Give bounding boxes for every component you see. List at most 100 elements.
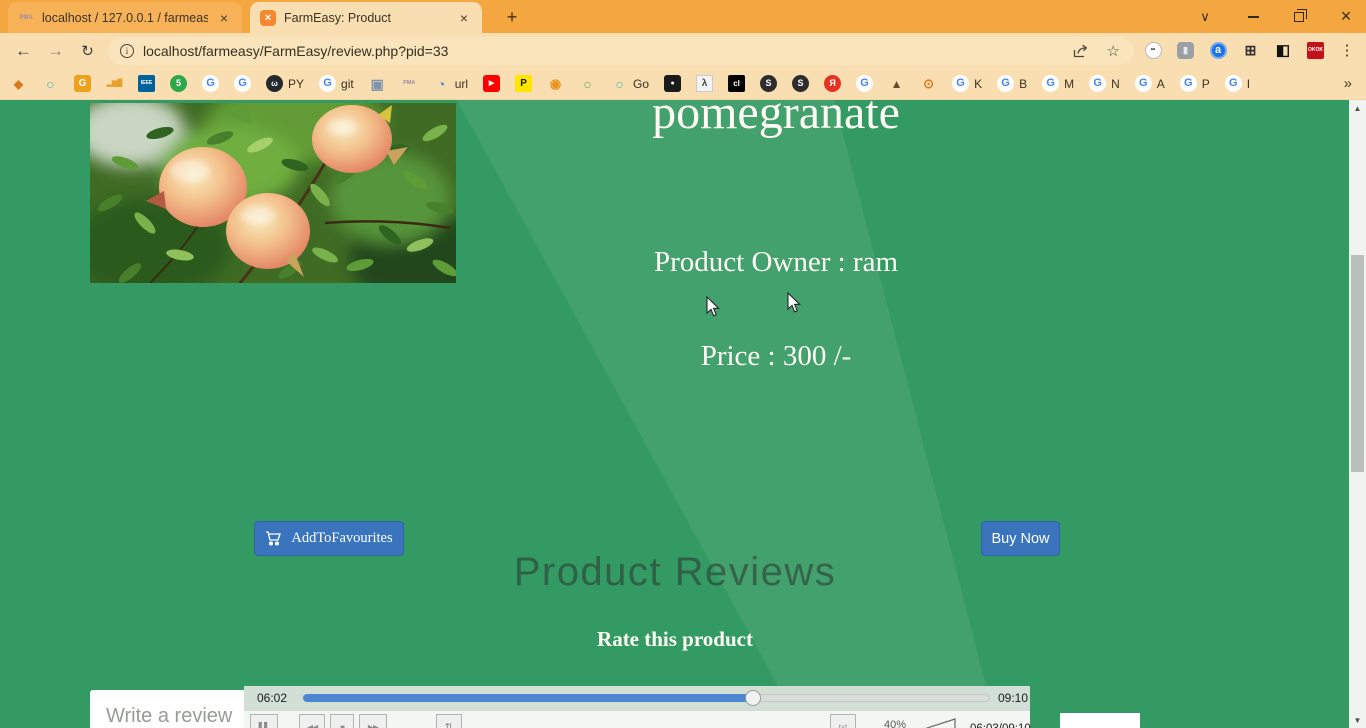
player-progress-track[interactable]	[303, 694, 990, 702]
bookmark-google-n[interactable]: G N	[1089, 75, 1120, 92]
product-owner-text: Product Owner : ram	[456, 246, 1096, 279]
back-button[interactable]: ←	[10, 37, 37, 64]
bookmark-diamond[interactable]: ◆	[10, 75, 27, 92]
reload-button[interactable]: ↻	[74, 37, 101, 64]
bookmark-godaddy-icon: ○	[42, 75, 59, 92]
url-text[interactable]: localhost/farmeasy/FarmEasy/review.php?p…	[143, 43, 1072, 59]
volume-wedge-icon[interactable]	[920, 717, 958, 728]
player-clock-label: 06:03/09:10	[970, 723, 1031, 728]
extension-ok-badge[interactable]: OKOK	[1306, 40, 1326, 60]
bookmark-diamond-icon: ◆	[10, 75, 27, 92]
minimize-button[interactable]	[1238, 0, 1268, 33]
player-progress-fill	[303, 694, 753, 702]
bookmark-orange-g[interactable]: G	[74, 75, 91, 92]
mouse-cursor-2	[787, 292, 802, 314]
bookmark-github[interactable]: ω PY	[266, 75, 304, 92]
bookmark-youtube-icon: ▶	[483, 75, 500, 92]
bookmark-google-2[interactable]: G	[234, 75, 251, 92]
tab-close-icon[interactable]: ×	[216, 10, 232, 26]
pan-button[interactable]: ⇅	[436, 714, 462, 728]
extension-dark-reader[interactable]: ◧	[1273, 40, 1293, 60]
bookmark-duck[interactable]: ●	[664, 75, 681, 92]
extension-reader-a[interactable]: a	[1208, 40, 1228, 60]
bookmark-google-1[interactable]: G	[202, 75, 219, 92]
bookmark-cl-icon: cl	[728, 75, 745, 92]
bookmark-five[interactable]: 5	[170, 75, 187, 92]
bookmark-godaddy-go[interactable]: ○ Go	[611, 75, 649, 92]
bookmark-google-git-icon: G	[319, 75, 336, 92]
bookmark-eye[interactable]: ⊙	[920, 75, 937, 92]
site-info-icon[interactable]: i	[120, 44, 134, 58]
xampp-favicon-icon: ×	[260, 10, 276, 26]
bookmark-yandex[interactable]: Я	[824, 75, 841, 92]
bookmark-google-git[interactable]: G git	[319, 75, 354, 92]
bookmark-google-k-icon: G	[952, 75, 969, 92]
extension-screenshot[interactable]: ▮	[1176, 40, 1196, 60]
tab-title: localhost / 127.0.0.1 / farmeasy /	[42, 11, 208, 25]
window-close-button[interactable]: ×	[1330, 0, 1362, 33]
bookmark-google-3[interactable]: G	[856, 75, 873, 92]
bookmark-analytics[interactable]: ▂▆█	[106, 75, 123, 92]
share-icon[interactable]	[1072, 44, 1089, 59]
bookmark-google-1-icon: G	[202, 75, 219, 92]
maximize-button[interactable]	[1284, 0, 1314, 33]
bookmark-google-p-icon: G	[1180, 75, 1197, 92]
new-tab-button[interactable]: +	[500, 5, 524, 29]
bookmark-matlab[interactable]: ▲	[888, 75, 905, 92]
bookmark-youtube[interactable]: ▶	[483, 75, 500, 92]
page-scrollbar[interactable]: ▲ ▼	[1349, 100, 1366, 728]
bookmarks-overflow-chevron[interactable]: »	[1340, 75, 1356, 92]
scrollbar-thumb[interactable]	[1351, 255, 1364, 472]
previous-button[interactable]: ◀◀	[299, 714, 325, 728]
tab-phpmyadmin[interactable]: PMA localhost / 127.0.0.1 / farmeasy / ×	[8, 2, 242, 33]
add-to-favourites-button[interactable]: AddToFavourites	[254, 521, 404, 556]
bookmark-godaddy[interactable]: ○	[42, 75, 59, 92]
scrollbar-up-icon[interactable]: ▲	[1349, 100, 1366, 116]
player-progress-row: 06:02 09:10	[244, 686, 1030, 710]
bookmark-google-b[interactable]: G B	[997, 75, 1027, 92]
bookmark-globe-2[interactable]: S	[792, 75, 809, 92]
extension-puzzle[interactable]: ⊞	[1241, 40, 1261, 60]
buy-now-button[interactable]: Buy Now	[981, 521, 1060, 556]
bookmark-google-k[interactable]: G K	[952, 75, 982, 92]
bookmark-url-icon: ◔	[433, 75, 450, 92]
bookmark-camera[interactable]: ◉	[547, 75, 564, 92]
bookmark-google-p[interactable]: G P	[1180, 75, 1210, 92]
extension-panda-icon: ••	[1145, 42, 1162, 59]
tab-farmeasy-product[interactable]: × FarmEasy: Product ×	[250, 2, 482, 33]
text-button[interactable]: txt	[830, 714, 856, 728]
bookmark-person-icon: λ	[696, 75, 713, 92]
bookmark-tv[interactable]: ▣	[369, 75, 386, 92]
bookmark-star-icon[interactable]: ☆	[1107, 42, 1120, 60]
bookmark-ieee[interactable]: IEEE	[138, 75, 155, 92]
bookmark-ring[interactable]: ○	[579, 75, 596, 92]
bookmark-google-i[interactable]: G I	[1225, 75, 1250, 92]
bookmark-globe-1[interactable]: S	[760, 75, 777, 92]
tab-search-chevron-icon[interactable]: ∨	[1190, 0, 1220, 33]
recorder-input-box[interactable]	[1060, 713, 1140, 728]
phpmyadmin-favicon-icon: PMA	[18, 10, 34, 26]
extension-panda[interactable]: ••	[1143, 40, 1163, 60]
pause-button[interactable]: ▌▌	[250, 714, 278, 728]
bookmark-globe-1-icon: S	[760, 75, 777, 92]
scrollbar-down-icon[interactable]: ▼	[1349, 712, 1366, 728]
stop-button[interactable]: ■	[330, 714, 354, 728]
bookmark-cl[interactable]: cl	[728, 75, 745, 92]
bookmark-analytics-icon: ▂▆█	[106, 75, 123, 92]
player-progress-thumb[interactable]	[745, 690, 761, 706]
address-bar[interactable]: i localhost/farmeasy/FarmEasy/review.php…	[108, 37, 1134, 65]
bookmarks-list: ◆ ○ G ▂▆█ IEEE 5 G G	[10, 75, 1340, 92]
bookmark-google-a[interactable]: G A	[1135, 75, 1165, 92]
tab-close-icon[interactable]: ×	[456, 10, 472, 26]
bookmark-google-n-icon: G	[1089, 75, 1106, 92]
bookmark-person[interactable]: λ	[696, 75, 713, 92]
next-button[interactable]: ▶▶	[359, 714, 387, 728]
bookmark-p-yellow[interactable]: P	[515, 75, 532, 92]
page-content: pomegranate Product Owner : ram Price : …	[0, 100, 1366, 728]
forward-button[interactable]: →	[42, 37, 69, 64]
bookmark-phpmyadmin[interactable]: PMA	[401, 75, 418, 92]
bookmark-google-m[interactable]: G M	[1042, 75, 1074, 92]
browser-menu-icon[interactable]: ⋮	[1337, 39, 1357, 61]
titlebar: PMA localhost / 127.0.0.1 / farmeasy / ×…	[0, 0, 1366, 33]
bookmark-url[interactable]: ◔ url	[433, 75, 468, 92]
